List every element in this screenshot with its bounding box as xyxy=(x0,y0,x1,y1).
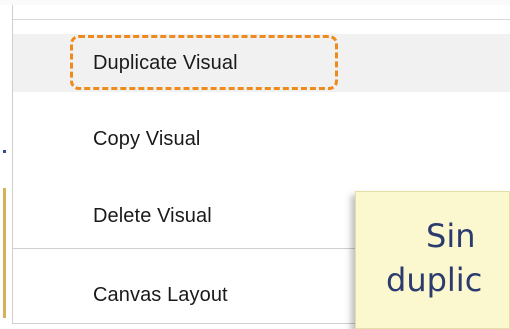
tooltip-text: Sin duplic xyxy=(386,214,509,302)
tooltip-callout: Sin duplic xyxy=(355,191,510,329)
tooltip-line-2: duplic xyxy=(386,261,483,299)
menu-item-label: Canvas Layout xyxy=(93,283,228,306)
left-accent-mark xyxy=(3,150,6,153)
highlight-callout-box xyxy=(70,35,338,90)
menu-divider xyxy=(13,19,510,20)
menu-item-label: Copy Visual xyxy=(93,127,201,150)
menu-item-label: Delete Visual xyxy=(93,204,212,227)
left-accent-bar xyxy=(3,188,6,318)
tooltip-line-1: Sin xyxy=(426,217,476,255)
menu-item-copy-visual[interactable]: Copy Visual xyxy=(13,110,510,168)
